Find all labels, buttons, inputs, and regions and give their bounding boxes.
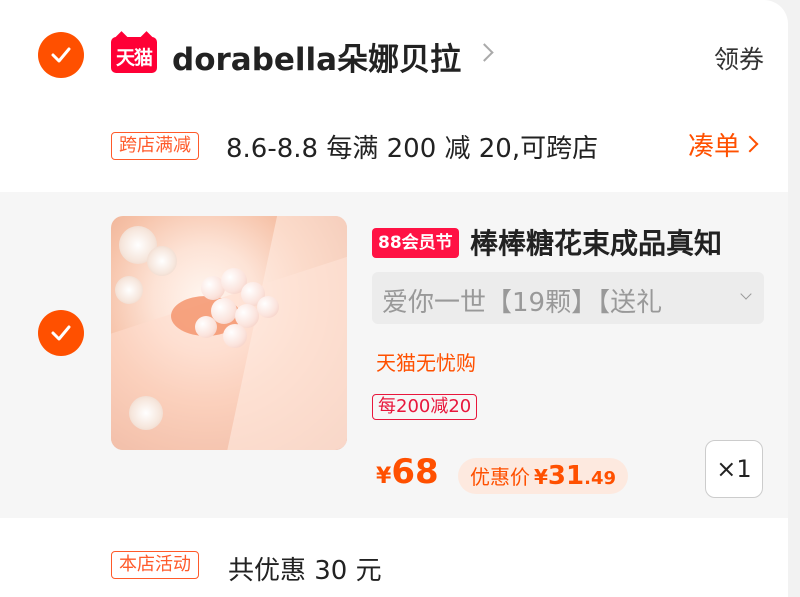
promo-text: 8.6-8.8 每满 200 减 20,可跨店 xyxy=(226,134,599,164)
discount-label: 优惠价 xyxy=(470,465,530,489)
chevron-right-icon[interactable] xyxy=(741,135,759,153)
discount-price-pill: 优惠价 ¥31.49 xyxy=(458,458,628,494)
price-amount: 68 xyxy=(391,452,439,492)
quantity-button[interactable]: ×1 xyxy=(705,440,763,498)
discount-dec: .49 xyxy=(584,468,616,489)
cart-item: 88会员节 棒棒糖花束成品真知 爱你一世【19颗】【送礼 天猫无忧购 每200减… xyxy=(0,192,788,518)
sku-text: 爱你一世【19颗】【送礼 xyxy=(382,288,663,318)
shop-name-link[interactable]: dorabella朵娜贝拉 xyxy=(172,34,461,79)
sku-selector[interactable]: 爱你一世【19颗】【送礼 xyxy=(372,272,764,324)
cart-shop-card: 天猫 dorabella朵娜贝拉 领券 跨店满减 8.6-8.8 每满 200 … xyxy=(0,0,788,597)
promo-row: 跨店满减 8.6-8.8 每满 200 减 20,可跨店 凑单 xyxy=(0,110,788,190)
member-festival-badge: 88会员节 xyxy=(372,228,459,258)
check-icon xyxy=(51,325,71,341)
item-select-checkbox[interactable] xyxy=(38,310,84,356)
discount-currency: ¥ xyxy=(534,465,548,489)
discount-int: 31 xyxy=(547,461,585,491)
per-discount-tag: 每200减20 xyxy=(372,394,478,420)
store-activity-tag: 本店活动 xyxy=(111,551,199,579)
tmall-logo-text: 天猫 xyxy=(115,47,153,69)
tmall-logo-icon: 天猫 xyxy=(111,31,157,73)
cross-store-discount-tag: 跨店满减 xyxy=(111,132,199,160)
chevron-down-icon xyxy=(740,288,752,300)
product-image[interactable] xyxy=(111,216,347,450)
service-label: 天猫无忧购 xyxy=(376,351,476,375)
store-activity-text: 共优惠 30 元 xyxy=(228,556,382,586)
shop-header: 天猫 dorabella朵娜贝拉 领券 xyxy=(0,0,788,110)
coupon-button[interactable]: 领券 xyxy=(714,40,764,76)
chevron-right-icon xyxy=(475,43,494,62)
product-price: ¥68 xyxy=(376,452,439,492)
add-more-button[interactable]: 凑单 xyxy=(688,126,740,163)
price-currency: ¥ xyxy=(376,464,392,489)
shop-select-checkbox[interactable] xyxy=(38,32,84,78)
product-title[interactable]: 棒棒糖花束成品真知 xyxy=(470,222,722,262)
check-icon xyxy=(51,47,71,63)
store-activity-row: 本店活动 共优惠 30 元 xyxy=(0,518,788,597)
